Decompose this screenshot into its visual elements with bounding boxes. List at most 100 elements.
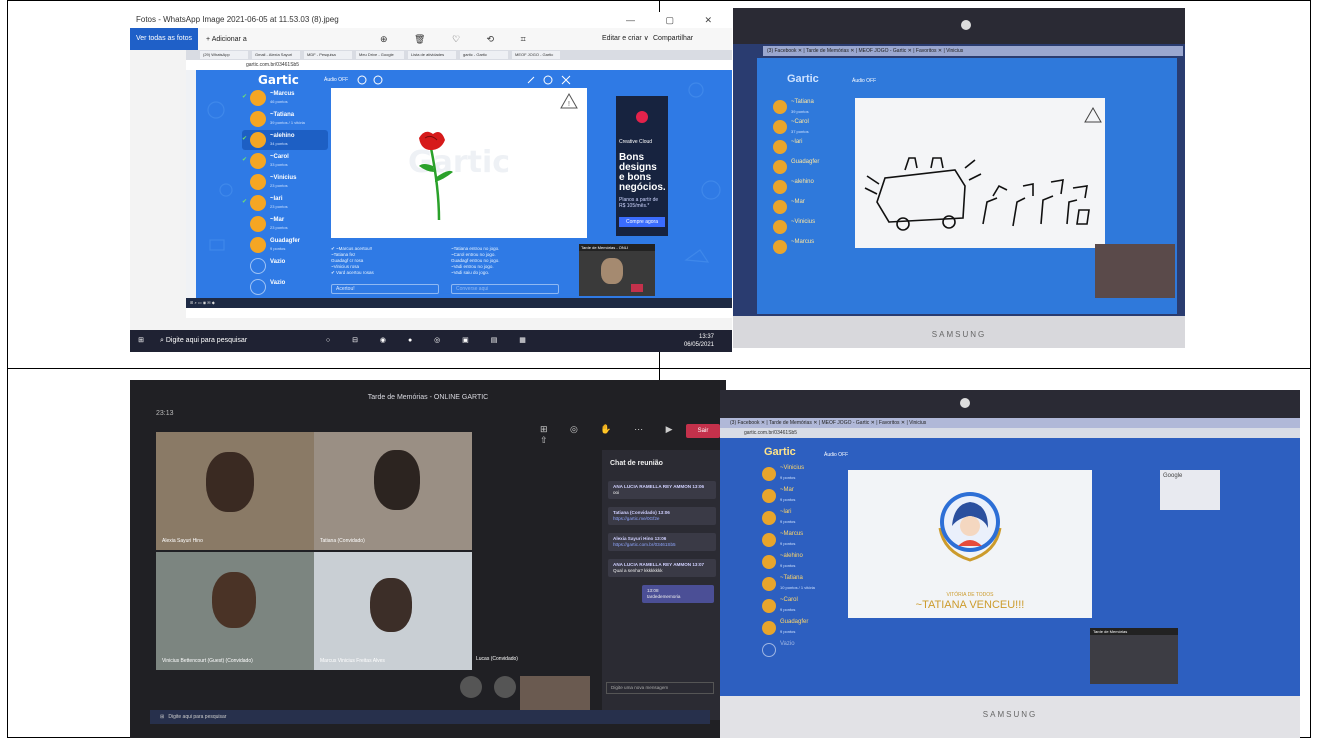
taskbar-search[interactable]: ⌕ Digite aqui para pesquisar bbox=[154, 330, 304, 352]
photo-viewer-titlebar: Fotos - WhatsApp Image 2021-06-05 at 11.… bbox=[130, 12, 732, 28]
meeting-mini-window[interactable]: Tarde de Memórias - ONLI bbox=[579, 244, 655, 296]
player-item[interactable]: ✔ ~alehino 34 pontos bbox=[242, 130, 328, 150]
camera-toggle-icon[interactable] bbox=[460, 676, 482, 698]
player-item[interactable]: ~lari bbox=[771, 138, 843, 158]
player-score: 34 pontos bbox=[270, 141, 288, 146]
browser-tab[interactable]: Gmail - Alexia Sayuri bbox=[252, 51, 300, 59]
player-item[interactable]: Guadagfer bbox=[771, 158, 843, 178]
player-item[interactable]: ~lari 9 pontos bbox=[760, 508, 840, 530]
leave-button[interactable]: Sair bbox=[686, 424, 720, 438]
message-link[interactable]: https://gartic.com.br/03461Sb5 bbox=[613, 542, 676, 547]
player-item[interactable]: ~Mar bbox=[771, 198, 843, 218]
audio-toggle[interactable]: Áudio OFF bbox=[324, 77, 348, 83]
player-item[interactable]: ~Vinicius bbox=[771, 218, 843, 238]
player-name: ~Tatiana bbox=[791, 99, 814, 105]
browser-tab[interactable]: gartic - Gartic bbox=[460, 51, 508, 59]
participant-tile[interactable]: Alexia Sayuri Hino bbox=[156, 432, 314, 550]
player-item[interactable]: ~Carol 9 pontos bbox=[760, 596, 840, 618]
browser-tab[interactable]: MEOF JOGO - Gartic bbox=[512, 51, 560, 59]
drawing-canvas[interactable]: Gartic ! bbox=[331, 88, 587, 238]
player-item[interactable]: ~Mar 9 pontos bbox=[760, 486, 840, 508]
window-controls[interactable]: — ▢ ✕ bbox=[626, 12, 726, 28]
chat-message-input[interactable]: Digite uma nova mensagem bbox=[606, 682, 714, 694]
player-item[interactable]: ~Marcus bbox=[771, 238, 843, 258]
windows-start-icon[interactable]: ⊞ bbox=[160, 714, 164, 720]
browser-tab[interactable]: MDF - Pesquisa bbox=[304, 51, 352, 59]
browser-url-bar[interactable]: gartic.com.br/03461Sb5 bbox=[720, 428, 1300, 438]
player-item[interactable]: Vazio bbox=[242, 277, 328, 297]
meeting-mini-window[interactable]: Tarde de Memórias bbox=[1090, 628, 1178, 684]
hangup-icon[interactable] bbox=[631, 284, 643, 292]
browser-tab-strip: (29) WhatsApp Gmail - Alexia Sayuri MDF - … bbox=[186, 50, 732, 60]
audio-toggle[interactable]: Áudio OFF bbox=[852, 78, 876, 84]
laptop-bezel-bottom: SAMSUNG bbox=[733, 316, 1185, 348]
chat-header: Chat de reunião bbox=[610, 460, 663, 467]
player-item[interactable]: ~Vinicius 23 pontos bbox=[242, 172, 328, 192]
participant-photo bbox=[206, 452, 254, 512]
chat-message: Tatiana (Convidado) 13:06 https://gartic.… bbox=[608, 507, 716, 525]
header-icons bbox=[357, 75, 383, 85]
avatar bbox=[773, 100, 787, 114]
avatar bbox=[250, 153, 266, 169]
taskbar-search[interactable]: Digite aqui para pesquisar bbox=[168, 714, 226, 720]
player-item[interactable]: ~Marcus 9 pontos bbox=[760, 530, 840, 552]
avatar bbox=[762, 467, 776, 481]
taskbar-app-icons[interactable]: ○ ⊟ ◉ ● ◎ ▣ ▤ ▦ bbox=[326, 330, 536, 352]
player-item[interactable]: ~alehino 9 pontos bbox=[760, 552, 840, 574]
edit-create-button[interactable]: Editar e criar ∨ bbox=[602, 28, 649, 50]
player-item[interactable]: Vazio bbox=[242, 256, 328, 276]
clock-date: 06/05/2021 bbox=[683, 342, 714, 348]
player-item[interactable]: ~Carol 37 pontos bbox=[771, 118, 843, 138]
ad-cta-button[interactable]: Compre agora bbox=[619, 217, 665, 227]
winner-subtitle: VITÓRIA DE TODOS bbox=[946, 592, 994, 598]
all-photos-button[interactable]: Ver todas as fotos bbox=[130, 28, 199, 50]
player-name: ~Carol bbox=[270, 154, 289, 160]
answer-input[interactable]: Acertou! bbox=[331, 284, 439, 294]
gartic-logo: Gartic bbox=[258, 73, 299, 87]
browser-url-bar[interactable]: gartic.com.br/03461Sb5 bbox=[186, 60, 732, 70]
share-button[interactable]: Compartilhar bbox=[653, 28, 693, 50]
browser-side-bar bbox=[186, 70, 196, 302]
mic-toggle-icon[interactable] bbox=[494, 676, 516, 698]
windows-start-icon[interactable]: ⊞ bbox=[130, 330, 152, 352]
player-item[interactable]: ~Mar 23 pontos bbox=[242, 214, 328, 234]
player-item[interactable]: Vazio bbox=[760, 640, 840, 662]
browser-tab-strip: (3) Facebook ✕ | Tarde de Memórias ✕ | M… bbox=[763, 46, 1183, 56]
browser-tab[interactable]: (29) WhatsApp bbox=[200, 51, 248, 59]
player-score: 9 pontos bbox=[780, 475, 796, 480]
chat-message: ANA LUCIA RAMELLA REY AMMON 13:06 ooi bbox=[608, 481, 716, 499]
player-item[interactable]: ~Vinicius 9 pontos bbox=[760, 464, 840, 486]
webcam-icon bbox=[961, 20, 971, 30]
browser-tab[interactable]: Meu Drive - Google bbox=[356, 51, 404, 59]
message-link[interactable]: https://gartic.me/0Gf2e bbox=[613, 516, 659, 521]
player-item[interactable]: ~Tatiana 10 pontos / 1 vitória bbox=[760, 574, 840, 596]
browser-tab[interactable]: Lista de atividades bbox=[408, 51, 456, 59]
canvas-watermark: Gartic bbox=[408, 145, 510, 180]
player-item[interactable]: ✔ ~Marcus 46 pontos bbox=[242, 88, 328, 108]
player-item[interactable]: ~Tatiana 39 pontos bbox=[771, 98, 843, 118]
participant-photo bbox=[374, 450, 420, 510]
player-item[interactable]: ~alehino bbox=[771, 178, 843, 198]
participant-tile[interactable]: Vinicius Bettencourt (Guest) (Convidado) bbox=[156, 552, 314, 670]
drawing-canvas[interactable] bbox=[855, 98, 1105, 248]
participant-tile[interactable]: Marcus Vinicius Freitas Alves bbox=[314, 552, 472, 670]
meeting-mini-window[interactable] bbox=[1095, 244, 1175, 298]
add-to-button[interactable]: + Adicionar a bbox=[206, 36, 247, 43]
advertisement[interactable]: Creative Cloud Bons designs e bons negóc… bbox=[616, 96, 668, 236]
player-score: 9 pontos bbox=[780, 563, 796, 568]
player-item[interactable]: Guadagfer 9 pontos bbox=[760, 618, 840, 640]
participant-tile[interactable]: Tatiana (Convidado) bbox=[314, 432, 472, 550]
player-item[interactable]: ✔ ~lari 23 pontos bbox=[242, 193, 328, 213]
chat-input[interactable]: Converse aqui bbox=[451, 284, 559, 294]
player-score: 46 pontos bbox=[270, 99, 288, 104]
gartic-logo: Gartic bbox=[787, 73, 819, 85]
player-item[interactable]: Guadagfer 9 pontos bbox=[242, 235, 328, 255]
check-icon: ✔ bbox=[242, 157, 248, 163]
viewer-tools[interactable]: ⊕ 🗑 ♡ ⟲ ⌗ bbox=[380, 28, 538, 50]
player-name: ~Vinicius bbox=[780, 465, 805, 471]
player-score: 33 pontos bbox=[270, 162, 288, 167]
player-item[interactable]: ~Tatiana 39 pontos / 1 vitória bbox=[242, 109, 328, 129]
player-item[interactable]: ✔ ~Carol 33 pontos bbox=[242, 151, 328, 171]
gartic-header-right-icons[interactable] bbox=[526, 75, 576, 85]
audio-toggle[interactable]: Áudio OFF bbox=[824, 452, 848, 458]
